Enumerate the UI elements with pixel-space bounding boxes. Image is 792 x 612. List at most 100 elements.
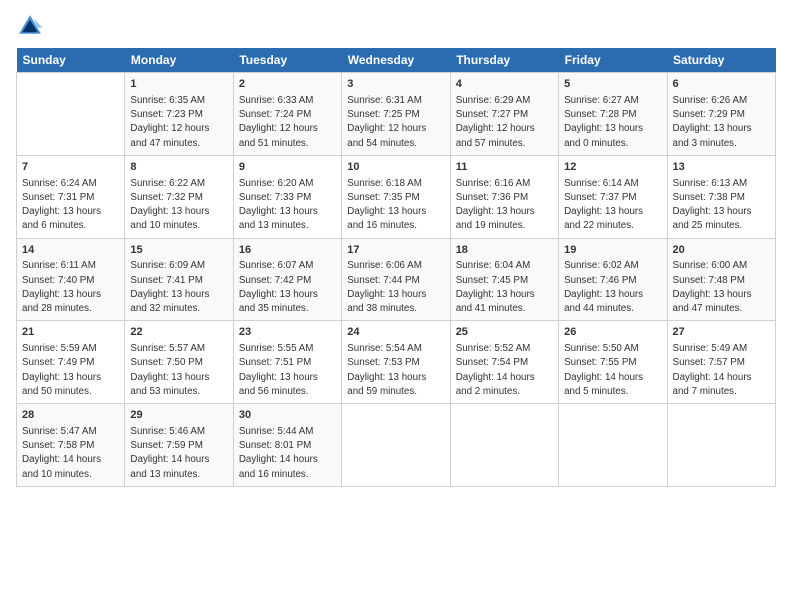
day-info: Sunrise: 6:20 AMSunset: 7:33 PMDaylight:… <box>239 177 336 234</box>
day-info: Sunrise: 5:54 AMSunset: 7:53 PMDaylight:… <box>347 342 444 399</box>
day-number: 11 <box>456 160 553 176</box>
day-number: 7 <box>22 160 119 176</box>
day-cell: 19Sunrise: 6:02 AMSunset: 7:46 PMDayligh… <box>559 238 667 321</box>
day-number: 22 <box>130 325 227 341</box>
day-info: Sunrise: 5:49 AMSunset: 7:57 PMDaylight:… <box>673 342 770 399</box>
day-info: Sunrise: 6:27 AMSunset: 7:28 PMDaylight:… <box>564 94 661 151</box>
day-number: 18 <box>456 243 553 259</box>
day-number: 17 <box>347 243 444 259</box>
week-row-1: 1Sunrise: 6:35 AMSunset: 7:23 PMDaylight… <box>17 73 776 156</box>
col-header-saturday: Saturday <box>667 48 775 73</box>
day-cell: 10Sunrise: 6:18 AMSunset: 7:35 PMDayligh… <box>342 155 450 238</box>
col-header-friday: Friday <box>559 48 667 73</box>
day-cell: 13Sunrise: 6:13 AMSunset: 7:38 PMDayligh… <box>667 155 775 238</box>
day-info: Sunrise: 6:14 AMSunset: 7:37 PMDaylight:… <box>564 177 661 234</box>
day-cell: 23Sunrise: 5:55 AMSunset: 7:51 PMDayligh… <box>233 321 341 404</box>
day-number: 4 <box>456 77 553 93</box>
week-row-5: 28Sunrise: 5:47 AMSunset: 7:58 PMDayligh… <box>17 404 776 487</box>
day-number: 15 <box>130 243 227 259</box>
day-info: Sunrise: 6:35 AMSunset: 7:23 PMDaylight:… <box>130 94 227 151</box>
day-number: 30 <box>239 408 336 424</box>
day-info: Sunrise: 6:04 AMSunset: 7:45 PMDaylight:… <box>456 259 553 316</box>
day-cell: 1Sunrise: 6:35 AMSunset: 7:23 PMDaylight… <box>125 73 233 156</box>
day-info: Sunrise: 6:18 AMSunset: 7:35 PMDaylight:… <box>347 177 444 234</box>
day-number: 8 <box>130 160 227 176</box>
day-cell <box>342 404 450 487</box>
day-info: Sunrise: 5:46 AMSunset: 7:59 PMDaylight:… <box>130 425 227 482</box>
day-info: Sunrise: 6:07 AMSunset: 7:42 PMDaylight:… <box>239 259 336 316</box>
day-cell <box>667 404 775 487</box>
day-number: 13 <box>673 160 770 176</box>
day-cell: 18Sunrise: 6:04 AMSunset: 7:45 PMDayligh… <box>450 238 558 321</box>
col-header-tuesday: Tuesday <box>233 48 341 73</box>
logo-icon <box>16 12 44 40</box>
day-cell: 7Sunrise: 6:24 AMSunset: 7:31 PMDaylight… <box>17 155 125 238</box>
day-cell: 29Sunrise: 5:46 AMSunset: 7:59 PMDayligh… <box>125 404 233 487</box>
day-info: Sunrise: 6:24 AMSunset: 7:31 PMDaylight:… <box>22 177 119 234</box>
day-cell: 2Sunrise: 6:33 AMSunset: 7:24 PMDaylight… <box>233 73 341 156</box>
day-info: Sunrise: 6:22 AMSunset: 7:32 PMDaylight:… <box>130 177 227 234</box>
day-cell: 30Sunrise: 5:44 AMSunset: 8:01 PMDayligh… <box>233 404 341 487</box>
day-number: 12 <box>564 160 661 176</box>
day-info: Sunrise: 6:11 AMSunset: 7:40 PMDaylight:… <box>22 259 119 316</box>
day-info: Sunrise: 6:09 AMSunset: 7:41 PMDaylight:… <box>130 259 227 316</box>
day-info: Sunrise: 6:16 AMSunset: 7:36 PMDaylight:… <box>456 177 553 234</box>
day-info: Sunrise: 6:33 AMSunset: 7:24 PMDaylight:… <box>239 94 336 151</box>
day-number: 24 <box>347 325 444 341</box>
day-number: 28 <box>22 408 119 424</box>
day-number: 26 <box>564 325 661 341</box>
header <box>16 12 776 40</box>
day-info: Sunrise: 6:06 AMSunset: 7:44 PMDaylight:… <box>347 259 444 316</box>
day-cell: 21Sunrise: 5:59 AMSunset: 7:49 PMDayligh… <box>17 321 125 404</box>
page: SundayMondayTuesdayWednesdayThursdayFrid… <box>0 0 792 612</box>
day-cell: 24Sunrise: 5:54 AMSunset: 7:53 PMDayligh… <box>342 321 450 404</box>
day-cell: 20Sunrise: 6:00 AMSunset: 7:48 PMDayligh… <box>667 238 775 321</box>
day-number: 5 <box>564 77 661 93</box>
day-info: Sunrise: 6:26 AMSunset: 7:29 PMDaylight:… <box>673 94 770 151</box>
day-cell: 22Sunrise: 5:57 AMSunset: 7:50 PMDayligh… <box>125 321 233 404</box>
day-cell: 3Sunrise: 6:31 AMSunset: 7:25 PMDaylight… <box>342 73 450 156</box>
day-cell: 25Sunrise: 5:52 AMSunset: 7:54 PMDayligh… <box>450 321 558 404</box>
day-info: Sunrise: 5:57 AMSunset: 7:50 PMDaylight:… <box>130 342 227 399</box>
day-cell: 14Sunrise: 6:11 AMSunset: 7:40 PMDayligh… <box>17 238 125 321</box>
day-number: 29 <box>130 408 227 424</box>
day-number: 9 <box>239 160 336 176</box>
day-number: 14 <box>22 243 119 259</box>
day-cell: 26Sunrise: 5:50 AMSunset: 7:55 PMDayligh… <box>559 321 667 404</box>
day-info: Sunrise: 6:31 AMSunset: 7:25 PMDaylight:… <box>347 94 444 151</box>
week-row-3: 14Sunrise: 6:11 AMSunset: 7:40 PMDayligh… <box>17 238 776 321</box>
day-number: 10 <box>347 160 444 176</box>
day-number: 19 <box>564 243 661 259</box>
day-number: 23 <box>239 325 336 341</box>
day-number: 2 <box>239 77 336 93</box>
day-cell: 28Sunrise: 5:47 AMSunset: 7:58 PMDayligh… <box>17 404 125 487</box>
day-number: 27 <box>673 325 770 341</box>
day-info: Sunrise: 6:00 AMSunset: 7:48 PMDaylight:… <box>673 259 770 316</box>
logo <box>16 12 48 40</box>
day-info: Sunrise: 6:13 AMSunset: 7:38 PMDaylight:… <box>673 177 770 234</box>
day-cell: 6Sunrise: 6:26 AMSunset: 7:29 PMDaylight… <box>667 73 775 156</box>
week-row-2: 7Sunrise: 6:24 AMSunset: 7:31 PMDaylight… <box>17 155 776 238</box>
day-info: Sunrise: 5:44 AMSunset: 8:01 PMDaylight:… <box>239 425 336 482</box>
day-number: 6 <box>673 77 770 93</box>
week-row-4: 21Sunrise: 5:59 AMSunset: 7:49 PMDayligh… <box>17 321 776 404</box>
day-cell: 5Sunrise: 6:27 AMSunset: 7:28 PMDaylight… <box>559 73 667 156</box>
day-info: Sunrise: 6:02 AMSunset: 7:46 PMDaylight:… <box>564 259 661 316</box>
col-header-thursday: Thursday <box>450 48 558 73</box>
calendar-table: SundayMondayTuesdayWednesdayThursdayFrid… <box>16 48 776 487</box>
col-header-sunday: Sunday <box>17 48 125 73</box>
col-header-monday: Monday <box>125 48 233 73</box>
day-cell: 15Sunrise: 6:09 AMSunset: 7:41 PMDayligh… <box>125 238 233 321</box>
day-number: 20 <box>673 243 770 259</box>
day-cell: 8Sunrise: 6:22 AMSunset: 7:32 PMDaylight… <box>125 155 233 238</box>
day-cell <box>17 73 125 156</box>
day-cell: 4Sunrise: 6:29 AMSunset: 7:27 PMDaylight… <box>450 73 558 156</box>
day-info: Sunrise: 6:29 AMSunset: 7:27 PMDaylight:… <box>456 94 553 151</box>
day-info: Sunrise: 5:52 AMSunset: 7:54 PMDaylight:… <box>456 342 553 399</box>
day-number: 25 <box>456 325 553 341</box>
day-cell: 27Sunrise: 5:49 AMSunset: 7:57 PMDayligh… <box>667 321 775 404</box>
day-number: 3 <box>347 77 444 93</box>
header-row: SundayMondayTuesdayWednesdayThursdayFrid… <box>17 48 776 73</box>
day-info: Sunrise: 5:55 AMSunset: 7:51 PMDaylight:… <box>239 342 336 399</box>
day-info: Sunrise: 5:47 AMSunset: 7:58 PMDaylight:… <box>22 425 119 482</box>
